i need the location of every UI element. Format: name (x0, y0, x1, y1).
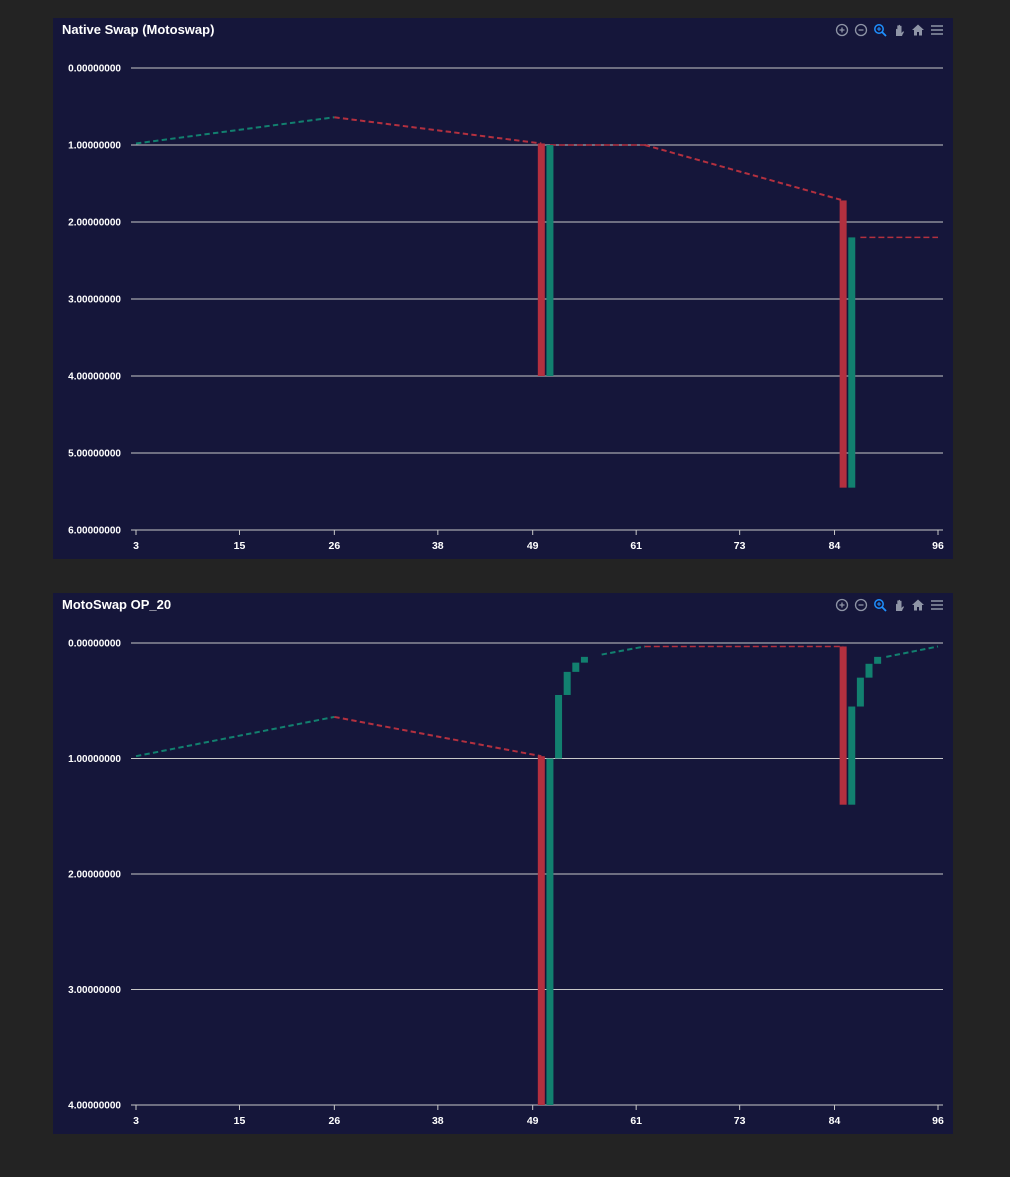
candle-green[interactable] (563, 671, 571, 695)
price-dash-segment (135, 116, 335, 145)
candle-green[interactable] (848, 237, 856, 488)
x-tick-label: 84 (829, 540, 841, 552)
chart-panel-motoswap-op20[interactable]: MotoSwap OP_20 0.00000000 1.00000000 2.000… (53, 593, 953, 1134)
x-tick-label: 3 (133, 540, 139, 552)
x-tick-label: 96 (932, 540, 944, 552)
x-tick-label: 96 (932, 1115, 944, 1127)
x-tick-label: 84 (829, 1115, 841, 1127)
candle-red[interactable] (537, 143, 545, 376)
y-tick-label: 4.00000000 (68, 1101, 121, 1112)
candle-green[interactable] (546, 145, 554, 376)
x-tick-label: 73 (734, 540, 746, 552)
candle-green[interactable] (572, 662, 580, 672)
candlestick-chart-native-swap[interactable]: 0.00000000 1.00000000 2.00000000 3.00000000… (53, 18, 953, 559)
x-tick-label: 3 (133, 1115, 139, 1127)
y-tick-label: 1.00000000 (68, 754, 121, 765)
candle-green[interactable] (874, 656, 882, 664)
y-tick-label: 4.00000000 (68, 372, 121, 383)
y-tick-label: 0.00000000 (68, 64, 121, 75)
x-tick-label: 61 (630, 540, 642, 552)
y-tick-label: 6.00000000 (68, 526, 121, 537)
price-dash-segment (334, 715, 542, 758)
x-tick-label: 26 (329, 540, 341, 552)
x-tick-label: 49 (527, 1115, 539, 1127)
x-tick-label: 15 (234, 540, 246, 552)
y-tick-label: 2.00000000 (68, 218, 121, 229)
x-tick-label: 49 (527, 540, 539, 552)
candle-green[interactable] (546, 758, 554, 1106)
candle-green[interactable] (856, 677, 864, 707)
x-tick-label: 38 (432, 1115, 444, 1127)
price-dash-segment (334, 116, 542, 145)
y-tick-label: 5.00000000 (68, 449, 121, 460)
candle-red[interactable] (839, 646, 847, 805)
price-dash-segment (135, 715, 335, 758)
x-tick-label: 15 (234, 1115, 246, 1127)
candle-green[interactable] (865, 663, 873, 678)
candle-green[interactable] (848, 706, 856, 805)
candle-green[interactable] (580, 656, 588, 663)
x-tick-label: 73 (734, 1115, 746, 1127)
x-tick-label: 61 (630, 1115, 642, 1127)
price-dash-segment (886, 645, 939, 658)
candle-red[interactable] (839, 200, 847, 488)
x-tick-label: 26 (329, 1115, 341, 1127)
y-tick-label: 0.00000000 (68, 639, 121, 650)
y-tick-label: 2.00000000 (68, 870, 121, 881)
price-dash-segment (644, 144, 844, 202)
price-dash-segment (601, 645, 645, 656)
y-tick-label: 3.00000000 (68, 295, 121, 306)
candlestick-chart-motoswap-op20[interactable]: 0.00000000 1.00000000 2.00000000 3.00000000… (53, 593, 953, 1134)
chart-panel-native-swap[interactable]: Native Swap (Motoswap) 0.00000000 1.00000… (53, 18, 953, 559)
y-tick-label: 3.00000000 (68, 985, 121, 996)
y-tick-label: 1.00000000 (68, 141, 121, 152)
candle-red[interactable] (537, 756, 545, 1105)
x-tick-label: 38 (432, 540, 444, 552)
candle-green[interactable] (555, 694, 563, 759)
